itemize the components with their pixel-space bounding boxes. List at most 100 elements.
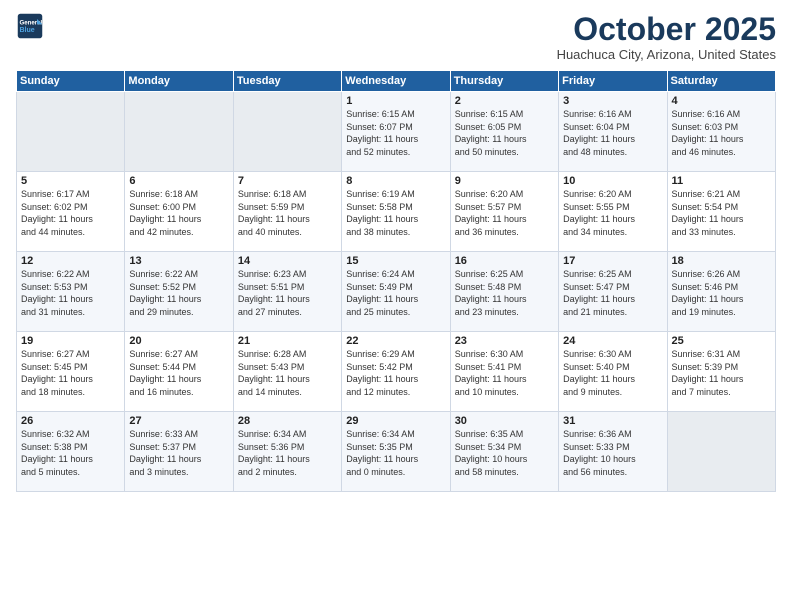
day-info: Sunrise: 6:18 AM	[129, 188, 228, 201]
day-cell	[233, 92, 341, 172]
day-cell: 30Sunrise: 6:35 AMSunset: 5:34 PMDayligh…	[450, 412, 558, 492]
day-number: 14	[238, 255, 337, 267]
day-number: 8	[346, 175, 445, 187]
day-info: Sunset: 5:49 PM	[346, 281, 445, 294]
day-cell: 22Sunrise: 6:29 AMSunset: 5:42 PMDayligh…	[342, 332, 450, 412]
day-info: Daylight: 11 hours	[563, 213, 662, 226]
day-number: 19	[21, 335, 120, 347]
day-cell: 3Sunrise: 6:16 AMSunset: 6:04 PMDaylight…	[559, 92, 667, 172]
week-row-0: 1Sunrise: 6:15 AMSunset: 6:07 PMDaylight…	[17, 92, 776, 172]
day-info: and 36 minutes.	[455, 226, 554, 239]
day-cell: 1Sunrise: 6:15 AMSunset: 6:07 PMDaylight…	[342, 92, 450, 172]
day-info: and 21 minutes.	[563, 306, 662, 319]
day-info: Daylight: 11 hours	[129, 213, 228, 226]
day-info: Sunset: 5:51 PM	[238, 281, 337, 294]
day-info: Sunrise: 6:27 AM	[129, 348, 228, 361]
day-info: Daylight: 11 hours	[129, 373, 228, 386]
day-info: and 5 minutes.	[21, 466, 120, 479]
day-info: Sunset: 5:35 PM	[346, 441, 445, 454]
day-cell: 28Sunrise: 6:34 AMSunset: 5:36 PMDayligh…	[233, 412, 341, 492]
day-cell: 17Sunrise: 6:25 AMSunset: 5:47 PMDayligh…	[559, 252, 667, 332]
day-info: Daylight: 11 hours	[563, 293, 662, 306]
day-info: Sunset: 5:55 PM	[563, 201, 662, 214]
day-number: 1	[346, 95, 445, 107]
day-number: 29	[346, 415, 445, 427]
day-info: Sunrise: 6:31 AM	[672, 348, 771, 361]
day-number: 5	[21, 175, 120, 187]
day-info: Sunset: 5:45 PM	[21, 361, 120, 374]
day-info: Daylight: 11 hours	[672, 213, 771, 226]
day-info: and 3 minutes.	[129, 466, 228, 479]
day-number: 3	[563, 95, 662, 107]
day-info: Daylight: 11 hours	[563, 133, 662, 146]
day-info: and 18 minutes.	[21, 386, 120, 399]
calendar-table: SundayMondayTuesdayWednesdayThursdayFrid…	[16, 70, 776, 492]
week-row-1: 5Sunrise: 6:17 AMSunset: 6:02 PMDaylight…	[17, 172, 776, 252]
day-info: Sunrise: 6:22 AM	[21, 268, 120, 281]
header: General Blue October 2025 Huachuca City,…	[16, 12, 776, 62]
day-info: and 9 minutes.	[563, 386, 662, 399]
day-info: Sunset: 6:05 PM	[455, 121, 554, 134]
day-info: Sunrise: 6:20 AM	[455, 188, 554, 201]
day-number: 22	[346, 335, 445, 347]
day-info: Sunrise: 6:16 AM	[563, 108, 662, 121]
day-cell: 25Sunrise: 6:31 AMSunset: 5:39 PMDayligh…	[667, 332, 775, 412]
day-info: Daylight: 11 hours	[672, 373, 771, 386]
day-info: Daylight: 10 hours	[455, 453, 554, 466]
day-info: Daylight: 11 hours	[129, 293, 228, 306]
day-number: 7	[238, 175, 337, 187]
day-cell	[667, 412, 775, 492]
day-info: Sunrise: 6:36 AM	[563, 428, 662, 441]
col-header-friday: Friday	[559, 71, 667, 92]
page: General Blue October 2025 Huachuca City,…	[0, 0, 792, 612]
day-info: Sunset: 5:43 PM	[238, 361, 337, 374]
day-cell: 12Sunrise: 6:22 AMSunset: 5:53 PMDayligh…	[17, 252, 125, 332]
day-info: and 46 minutes.	[672, 146, 771, 159]
day-info: Sunset: 5:53 PM	[21, 281, 120, 294]
day-info: Daylight: 11 hours	[455, 133, 554, 146]
day-number: 11	[672, 175, 771, 187]
day-info: Sunrise: 6:19 AM	[346, 188, 445, 201]
day-info: Sunrise: 6:25 AM	[563, 268, 662, 281]
day-info: and 38 minutes.	[346, 226, 445, 239]
day-info: and 27 minutes.	[238, 306, 337, 319]
day-cell: 4Sunrise: 6:16 AMSunset: 6:03 PMDaylight…	[667, 92, 775, 172]
day-info: Daylight: 11 hours	[455, 213, 554, 226]
day-info: Daylight: 11 hours	[346, 133, 445, 146]
day-info: Sunset: 5:57 PM	[455, 201, 554, 214]
day-number: 20	[129, 335, 228, 347]
day-info: Daylight: 11 hours	[455, 293, 554, 306]
day-info: and 19 minutes.	[672, 306, 771, 319]
day-info: Daylight: 11 hours	[21, 293, 120, 306]
day-info: Sunrise: 6:26 AM	[672, 268, 771, 281]
day-info: and 14 minutes.	[238, 386, 337, 399]
day-info: and 44 minutes.	[21, 226, 120, 239]
col-header-thursday: Thursday	[450, 71, 558, 92]
day-number: 27	[129, 415, 228, 427]
col-header-saturday: Saturday	[667, 71, 775, 92]
day-info: Daylight: 11 hours	[563, 373, 662, 386]
day-info: Sunrise: 6:22 AM	[129, 268, 228, 281]
day-info: Sunset: 5:38 PM	[21, 441, 120, 454]
day-info: and 33 minutes.	[672, 226, 771, 239]
day-cell: 26Sunrise: 6:32 AMSunset: 5:38 PMDayligh…	[17, 412, 125, 492]
day-info: Sunrise: 6:35 AM	[455, 428, 554, 441]
day-number: 28	[238, 415, 337, 427]
day-cell: 19Sunrise: 6:27 AMSunset: 5:45 PMDayligh…	[17, 332, 125, 412]
day-number: 4	[672, 95, 771, 107]
day-number: 2	[455, 95, 554, 107]
day-info: Sunrise: 6:21 AM	[672, 188, 771, 201]
day-info: Sunset: 6:04 PM	[563, 121, 662, 134]
day-cell: 13Sunrise: 6:22 AMSunset: 5:52 PMDayligh…	[125, 252, 233, 332]
day-info: Sunset: 5:40 PM	[563, 361, 662, 374]
logo-icon: General Blue	[16, 12, 44, 40]
day-info: Sunrise: 6:16 AM	[672, 108, 771, 121]
day-cell	[125, 92, 233, 172]
day-info: Sunrise: 6:34 AM	[346, 428, 445, 441]
day-cell: 2Sunrise: 6:15 AMSunset: 6:05 PMDaylight…	[450, 92, 558, 172]
day-number: 18	[672, 255, 771, 267]
day-info: Sunrise: 6:29 AM	[346, 348, 445, 361]
day-info: Daylight: 10 hours	[563, 453, 662, 466]
day-info: and 23 minutes.	[455, 306, 554, 319]
day-number: 31	[563, 415, 662, 427]
